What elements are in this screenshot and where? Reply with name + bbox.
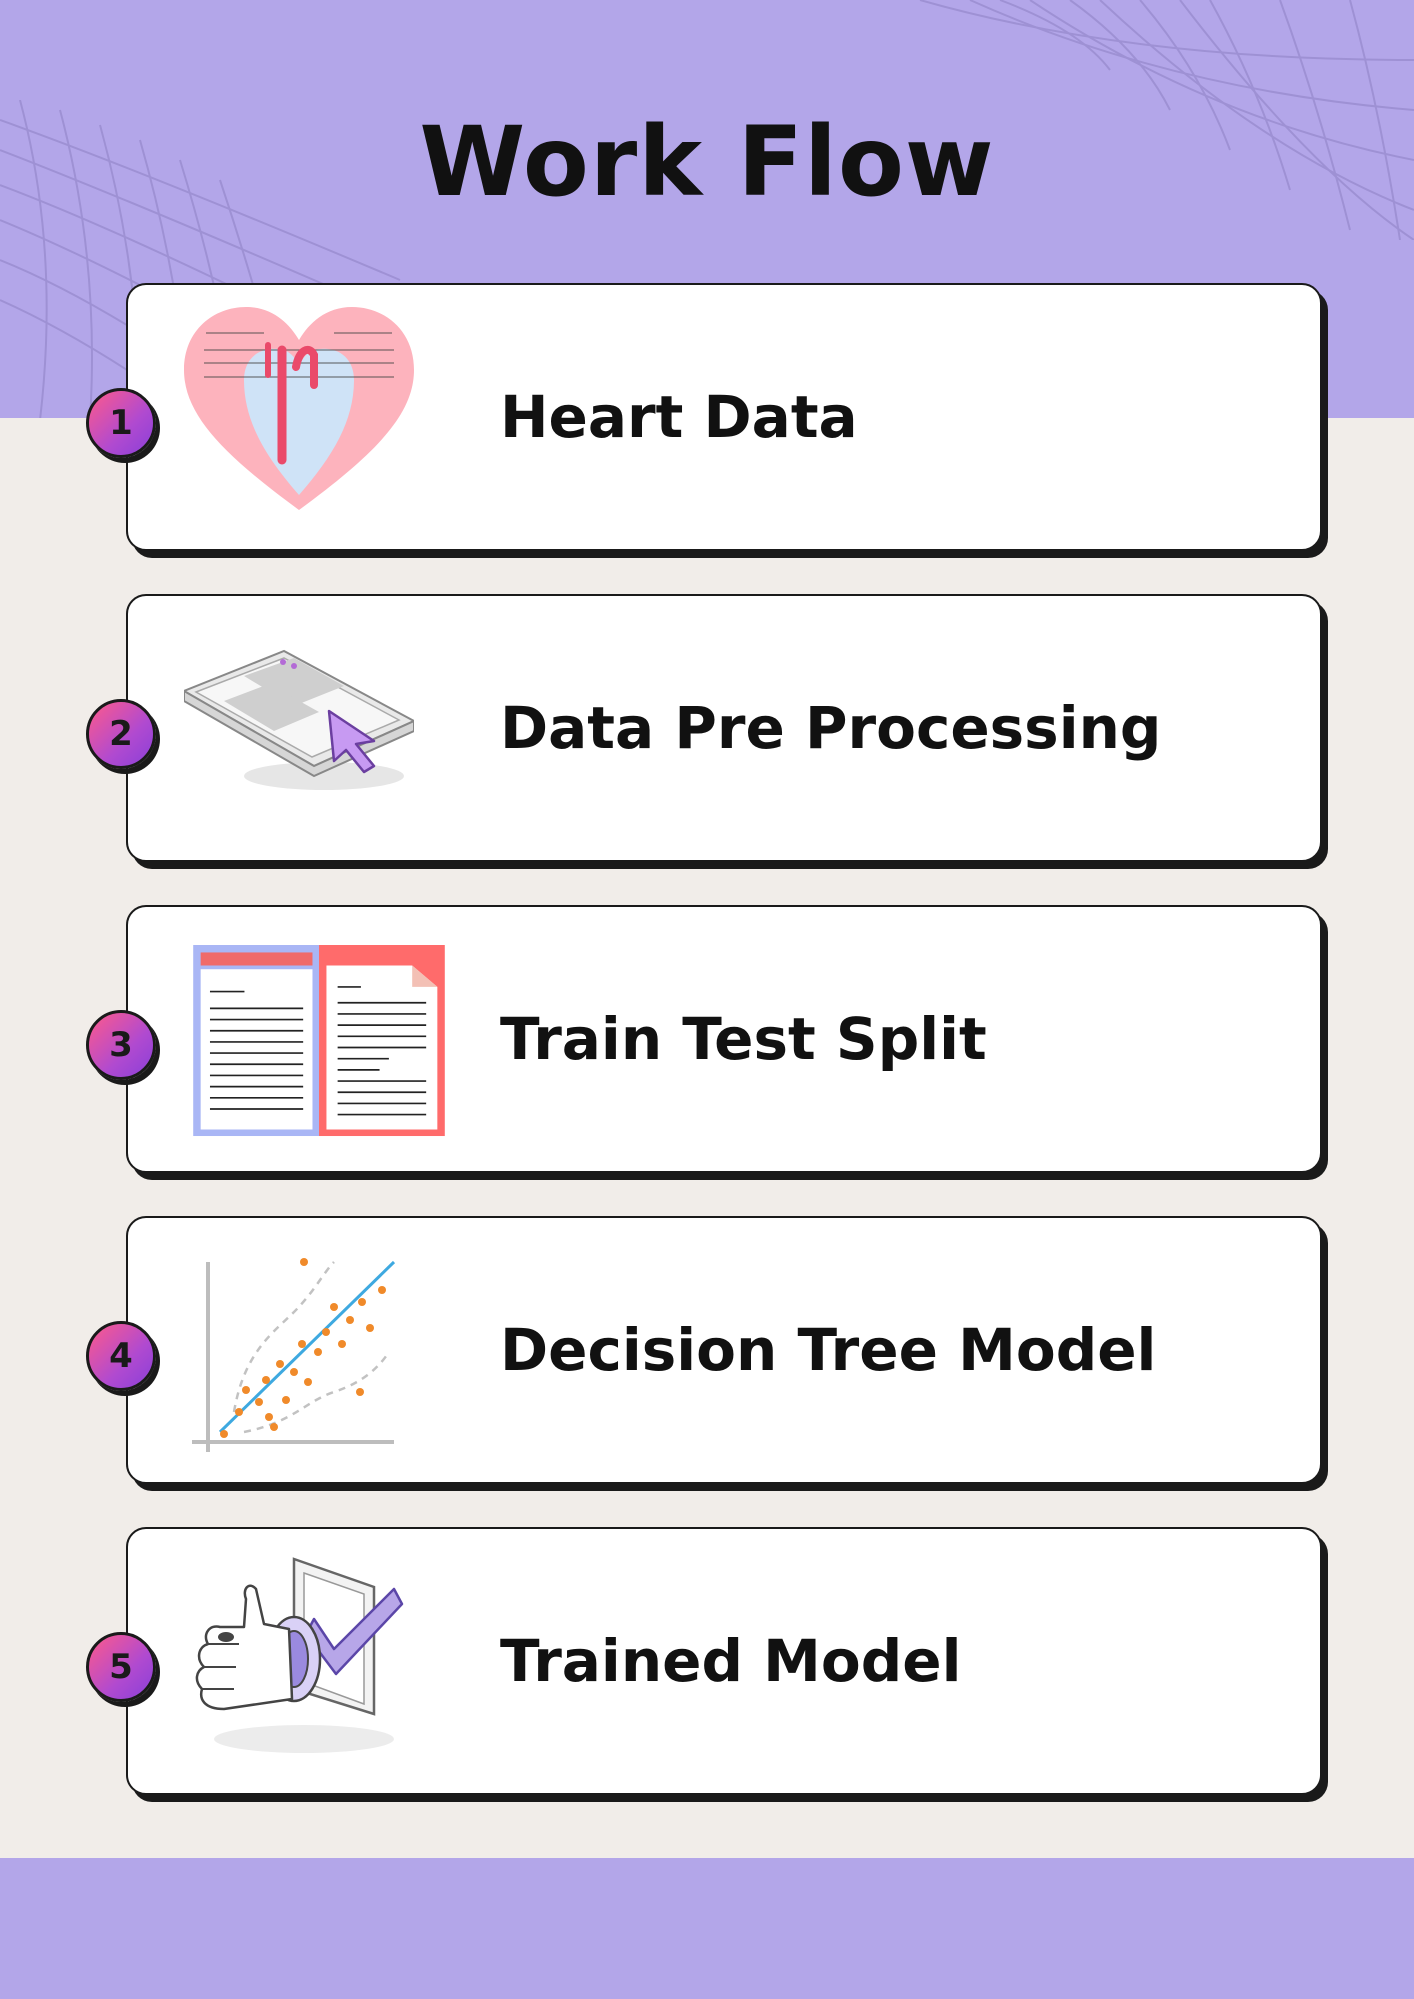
step-label: Trained Model xyxy=(500,1627,962,1695)
step-number-badge: 4 xyxy=(86,1321,156,1391)
workflow-step-card-5: 5 Trained Model xyxy=(86,1527,1322,1795)
page-title: Work Flow xyxy=(419,106,995,218)
thumbs-up-check-icon xyxy=(195,1557,404,1753)
step-number-badge: 1 xyxy=(86,388,156,458)
workflow-step-card-3: 3 Train Test Split xyxy=(86,905,1322,1173)
heart-icon xyxy=(184,307,414,510)
scatter-regression-icon xyxy=(192,1258,396,1452)
footer-band xyxy=(0,1858,1414,1999)
workflow-step-card-2: 2 Data Pre Processing xyxy=(86,594,1322,862)
step-label: Decision Tree Model xyxy=(500,1316,1157,1384)
tablet-cursor-icon xyxy=(184,649,414,790)
workflow-step-card-4: 4 Decision Tree Model xyxy=(86,1216,1322,1484)
split-documents-icon xyxy=(193,945,445,1137)
step-number-badge: 2 xyxy=(86,699,156,769)
step-number-badge: 3 xyxy=(86,1010,156,1080)
step-label: Data Pre Processing xyxy=(500,694,1162,762)
step-label: Train Test Split xyxy=(500,1005,987,1073)
workflow-step-card-1: 1 Heart Data xyxy=(86,283,1322,551)
step-label: Heart Data xyxy=(500,383,858,451)
step-number-badge: 5 xyxy=(86,1632,156,1702)
